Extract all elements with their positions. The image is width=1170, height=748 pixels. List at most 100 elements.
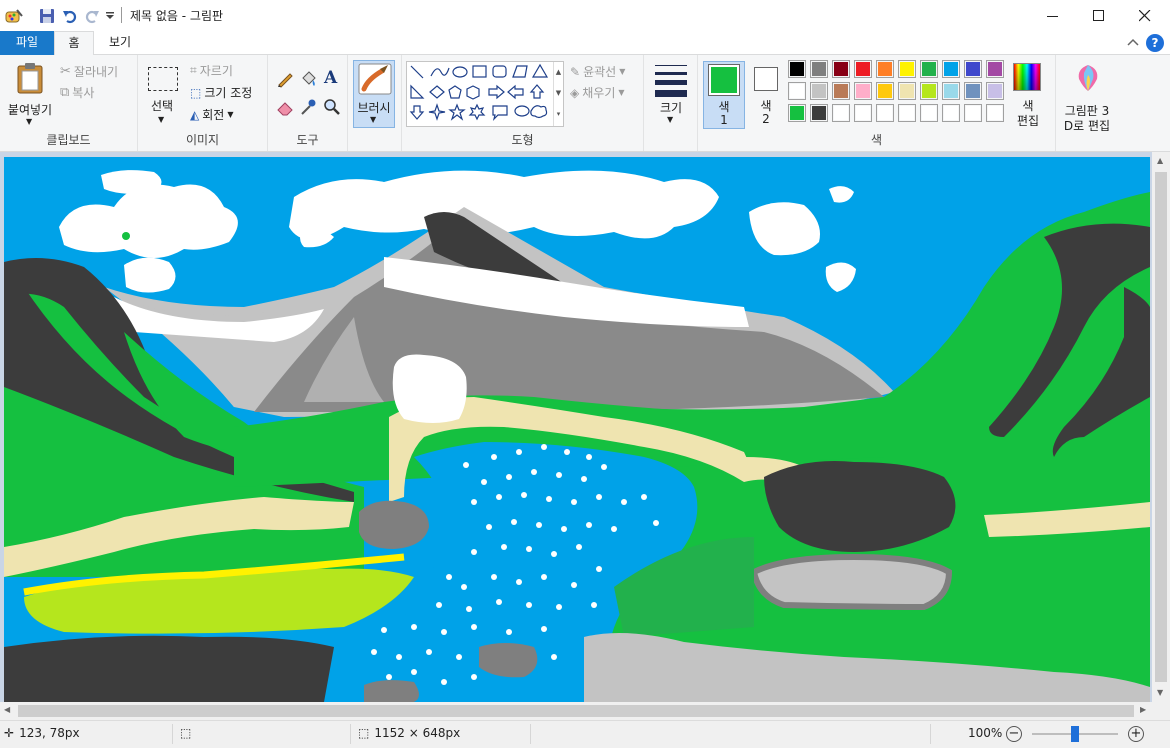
paste-label: 붙여넣기 bbox=[7, 103, 53, 117]
palette-swatch[interactable] bbox=[832, 82, 850, 100]
horizontal-scroll-thumb[interactable] bbox=[18, 705, 1134, 717]
clipboard-group: 붙여넣기 ▼ ✂ 잘라내기 ⧉ 복사 클립보드 bbox=[0, 55, 138, 151]
vertical-scroll-thumb[interactable] bbox=[1155, 172, 1167, 682]
palette-swatch[interactable] bbox=[810, 60, 828, 78]
palette-swatch[interactable] bbox=[986, 104, 1004, 122]
collapse-ribbon-icon[interactable] bbox=[1126, 36, 1140, 51]
scroll-left-icon[interactable]: ◀ bbox=[4, 705, 10, 714]
paint-app-icon[interactable] bbox=[4, 6, 24, 26]
zoom-in-button[interactable]: + bbox=[1128, 726, 1144, 742]
close-button[interactable] bbox=[1122, 0, 1168, 31]
pencil-icon[interactable] bbox=[276, 70, 294, 88]
minimize-button[interactable] bbox=[1030, 0, 1076, 31]
palette-swatch[interactable] bbox=[986, 60, 1004, 78]
canvas-workspace[interactable] bbox=[0, 152, 1170, 720]
fill-button[interactable]: ◈ 채우기 ▼ bbox=[570, 84, 625, 101]
scroll-down-icon[interactable]: ▼ bbox=[1157, 688, 1163, 697]
outline-label: 윤곽선 bbox=[583, 65, 617, 79]
selection-icon bbox=[148, 67, 178, 91]
palette-swatch[interactable] bbox=[788, 60, 806, 78]
palette-swatch[interactable] bbox=[898, 104, 916, 122]
zoom-slider-thumb[interactable] bbox=[1071, 726, 1079, 742]
fill-icon: ◈ bbox=[570, 85, 580, 100]
image-size: ⬚ 1152 × 648px bbox=[358, 726, 460, 740]
tools-group-label: 도구 bbox=[296, 133, 319, 147]
rotate-dropdown-icon: ▼ bbox=[227, 110, 234, 119]
color2-swatch bbox=[754, 67, 778, 91]
shapes-gallery-icons[interactable] bbox=[407, 62, 553, 124]
palette-swatch[interactable] bbox=[788, 82, 806, 100]
resize-button[interactable]: ⬚ 크기 조정 bbox=[190, 84, 252, 101]
edit-colors-label-2: 편집 bbox=[1016, 114, 1040, 128]
palette-swatch[interactable] bbox=[942, 82, 960, 100]
edit-colors-button[interactable]: 색 편집 bbox=[1008, 61, 1048, 131]
scroll-up-icon[interactable]: ▲ bbox=[1157, 156, 1163, 165]
size-button[interactable]: 크기 ▼ bbox=[650, 61, 692, 129]
palette-swatch[interactable] bbox=[920, 104, 938, 122]
maximize-button[interactable] bbox=[1076, 0, 1122, 31]
undo-icon[interactable] bbox=[60, 6, 80, 26]
zoom-out-button[interactable]: − bbox=[1006, 726, 1022, 742]
text-tool-icon[interactable]: A bbox=[324, 68, 337, 88]
tab-file[interactable]: 파일 bbox=[0, 31, 54, 55]
rotate-button[interactable]: ◭ 회전 ▼ bbox=[190, 106, 233, 123]
crop-button[interactable]: ⌗ 자르기 bbox=[190, 62, 233, 79]
shapes-scroll-icon[interactable]: ▲ ▼ ▾ bbox=[553, 62, 563, 126]
palette-swatch[interactable] bbox=[964, 60, 982, 78]
palette-swatch[interactable] bbox=[810, 82, 828, 100]
fill-bucket-icon[interactable] bbox=[299, 70, 317, 88]
tab-home[interactable]: 홈 bbox=[54, 31, 94, 56]
outline-button[interactable]: ✎ 윤곽선 ▼ bbox=[570, 63, 625, 80]
palette-swatch[interactable] bbox=[920, 82, 938, 100]
tab-view[interactable]: 보기 bbox=[96, 31, 144, 55]
edit-paint3d-button[interactable]: 그림판 3 D로 편집 bbox=[1058, 61, 1116, 133]
palette-swatch[interactable] bbox=[942, 104, 960, 122]
status-divider bbox=[530, 724, 531, 744]
palette-swatch[interactable] bbox=[986, 82, 1004, 100]
clipboard-group-label: 클립보드 bbox=[46, 133, 91, 147]
palette-swatch[interactable] bbox=[898, 60, 916, 78]
color2-button[interactable]: 색 2 bbox=[749, 65, 783, 129]
palette-swatch[interactable] bbox=[876, 60, 894, 78]
brushes-label: 브러시 bbox=[357, 101, 391, 115]
select-button[interactable]: 선택 ▼ bbox=[144, 63, 180, 127]
palette-swatch[interactable] bbox=[810, 104, 828, 122]
status-divider bbox=[172, 724, 173, 744]
paste-button[interactable]: 붙여넣기 ▼ bbox=[4, 59, 56, 129]
palette-swatch[interactable] bbox=[942, 60, 960, 78]
redo-icon[interactable] bbox=[82, 6, 102, 26]
palette-swatch[interactable] bbox=[788, 104, 806, 122]
color1-button[interactable]: 색 1 bbox=[703, 61, 745, 129]
palette-swatch[interactable] bbox=[854, 104, 872, 122]
zoom-slider-track[interactable] bbox=[1032, 726, 1118, 742]
eraser-icon[interactable] bbox=[276, 98, 294, 116]
palette-swatch[interactable] bbox=[898, 82, 916, 100]
palette-swatch[interactable] bbox=[964, 104, 982, 122]
palette-swatch[interactable] bbox=[920, 60, 938, 78]
status-divider bbox=[930, 724, 931, 744]
palette-swatch[interactable] bbox=[876, 82, 894, 100]
brushes-button[interactable]: 브러시 ▼ bbox=[353, 60, 395, 128]
scroll-right-icon[interactable]: ▶ bbox=[1140, 705, 1146, 714]
drawing-canvas[interactable] bbox=[4, 157, 1150, 702]
copy-button[interactable]: ⧉ 복사 bbox=[60, 84, 94, 101]
scissors-icon: ✂ bbox=[60, 64, 71, 79]
palette-swatch[interactable] bbox=[876, 104, 894, 122]
save-icon[interactable] bbox=[36, 6, 58, 26]
shapes-group: ▲ ▼ ▾ ✎ 윤곽선 ▼ ◈ 채우기 ▼ 도형 bbox=[402, 55, 644, 151]
close-icon bbox=[1139, 9, 1151, 21]
colors-group: 색 1 색 2 색 편집 색 bbox=[698, 55, 1056, 151]
cut-button[interactable]: ✂ 잘라내기 bbox=[60, 63, 118, 80]
palette-swatch[interactable] bbox=[832, 60, 850, 78]
help-icon[interactable]: ? bbox=[1146, 34, 1164, 52]
palette-swatch[interactable] bbox=[964, 82, 982, 100]
vertical-scrollbar[interactable]: ▲ ▼ bbox=[1152, 152, 1170, 702]
magnifier-icon[interactable] bbox=[323, 98, 341, 116]
palette-swatch[interactable] bbox=[832, 104, 850, 122]
color-picker-icon[interactable] bbox=[299, 98, 317, 116]
paint3d-label-2: D로 편집 bbox=[1063, 119, 1111, 133]
palette-swatch[interactable] bbox=[854, 60, 872, 78]
palette-swatch[interactable] bbox=[854, 82, 872, 100]
horizontal-scrollbar[interactable]: ◀ ▶ bbox=[0, 702, 1152, 720]
customize-arrow-icon[interactable] bbox=[103, 6, 117, 26]
